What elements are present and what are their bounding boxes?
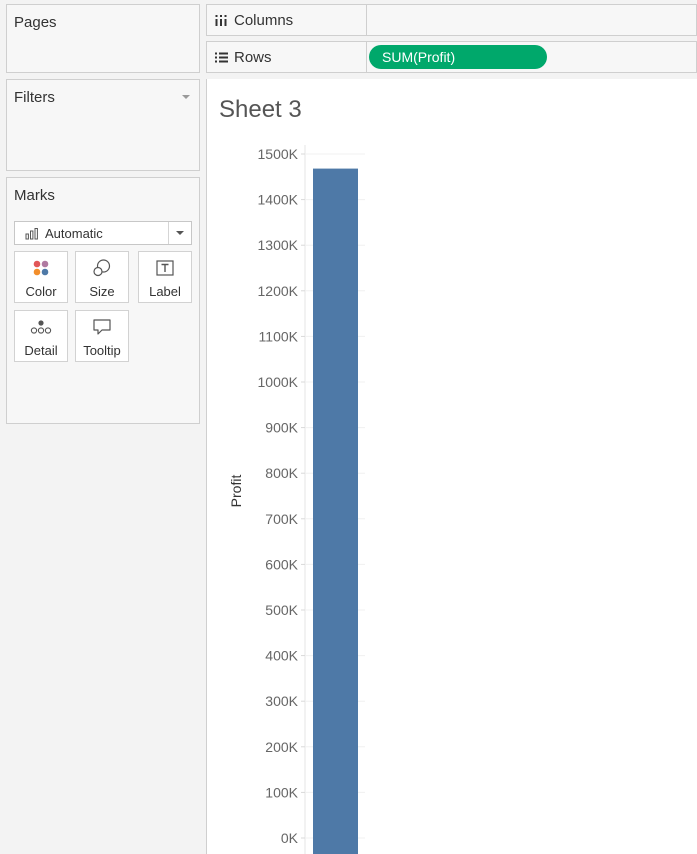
y-tick-label: 500K xyxy=(265,602,298,618)
y-tick-label: 1400K xyxy=(258,192,299,208)
y-tick-label: 600K xyxy=(265,556,298,572)
dropdown-divider xyxy=(168,222,169,244)
mark-type-label: Automatic xyxy=(45,226,103,241)
mark-type-dropdown[interactable]: Automatic xyxy=(14,221,192,245)
label-button[interactable]: Label xyxy=(138,251,192,303)
y-tick-label: 1100K xyxy=(259,328,299,344)
marks-card: Marks Automatic Color Size Label Detail … xyxy=(6,177,200,424)
size-button[interactable]: Size xyxy=(75,251,129,303)
filters-menu-caret-icon[interactable] xyxy=(182,95,190,99)
sum-profit-pill[interactable]: SUM(Profit) xyxy=(369,45,547,69)
filters-title: Filters xyxy=(14,89,55,106)
y-tick-label: 0K xyxy=(281,830,299,846)
size-label: Size xyxy=(89,284,115,299)
color-label: Color xyxy=(25,284,57,299)
pages-card[interactable]: Pages xyxy=(6,4,200,73)
y-tick-label: 700K xyxy=(265,511,298,527)
y-tick-label: 1200K xyxy=(258,283,299,299)
rows-label: Rows xyxy=(234,49,272,66)
tooltip-icon xyxy=(93,319,111,335)
worksheet-view[interactable]: Sheet 3 0K 100K 200K 300K 400K 500K 600K 700K 80… xyxy=(206,79,697,854)
color-button[interactable]: Color xyxy=(14,251,68,303)
columns-icon xyxy=(215,15,227,26)
shelf-divider xyxy=(366,5,367,35)
y-tick-label: 200K xyxy=(265,739,298,755)
bar-chart-icon xyxy=(25,228,38,240)
y-tick-label: 400K xyxy=(265,648,298,664)
columns-label: Columns xyxy=(234,12,294,29)
tooltip-label: Tooltip xyxy=(83,343,121,358)
shelf-divider xyxy=(366,42,367,72)
y-tick-label: 1300K xyxy=(258,237,299,253)
rows-shelf[interactable]: Rows SUM(Profit) xyxy=(206,41,697,73)
profit-bar[interactable] xyxy=(313,168,358,854)
y-tick-label: 1000K xyxy=(258,374,299,390)
marks-title: Marks xyxy=(14,187,55,204)
rows-icon xyxy=(215,52,228,63)
filters-card[interactable]: Filters xyxy=(6,79,200,171)
tooltip-button[interactable]: Tooltip xyxy=(75,310,129,362)
label-icon xyxy=(156,260,174,276)
chevron-down-icon[interactable] xyxy=(176,231,184,235)
color-icon xyxy=(33,260,49,276)
detail-button[interactable]: Detail xyxy=(14,310,68,362)
size-icon xyxy=(93,259,111,277)
y-tick-label: 300K xyxy=(265,693,298,709)
columns-shelf[interactable]: Columns xyxy=(206,4,697,36)
y-axis-title: Profit xyxy=(228,475,244,508)
pages-title: Pages xyxy=(14,14,57,31)
label-label: Label xyxy=(149,284,181,299)
y-tick-label: 100K xyxy=(265,784,298,800)
y-tick-label: 800K xyxy=(265,465,298,481)
detail-label: Detail xyxy=(24,343,58,358)
y-tick-label: 900K xyxy=(265,420,298,436)
y-tick-label: 1500K xyxy=(258,146,299,162)
chart: 0K 100K 200K 300K 400K 500K 600K 700K 800K 900K 10… xyxy=(228,145,365,854)
detail-icon xyxy=(30,320,52,334)
